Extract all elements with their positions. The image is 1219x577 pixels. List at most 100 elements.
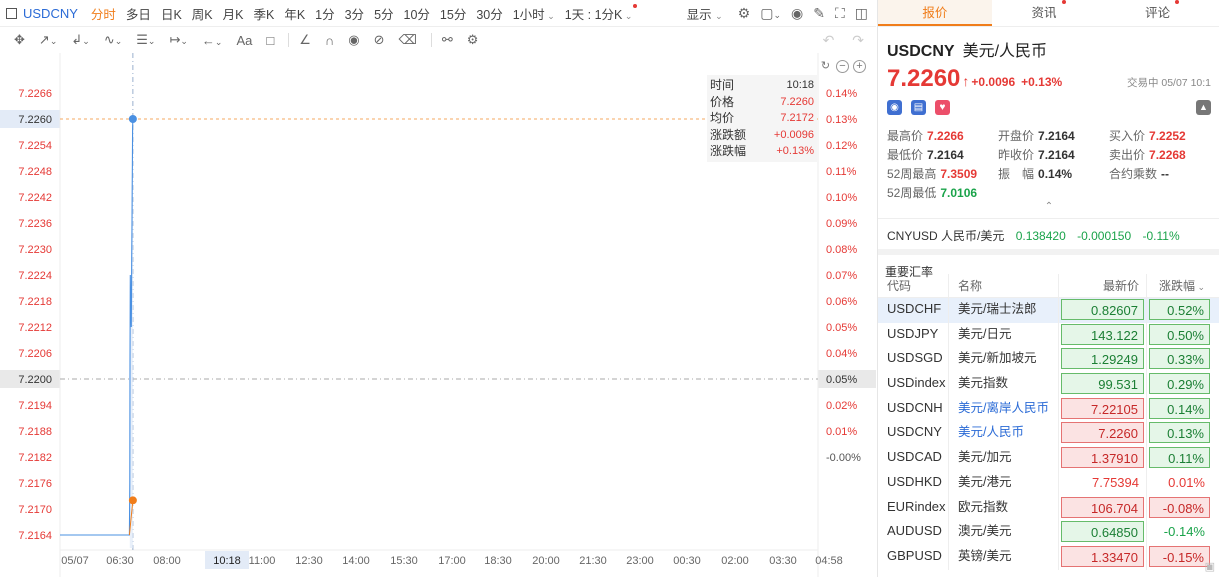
row-pct-cell: 0.01% (1146, 470, 1212, 496)
timeframe-label: 1分 (315, 7, 335, 22)
hide-icon[interactable]: ⊘ (374, 32, 385, 48)
wave-tool-icon[interactable]: ∿⌄ (104, 32, 122, 48)
table-row[interactable]: EURindex 欧元指数 106.704 -0.08% (878, 495, 1219, 521)
camera-icon[interactable]: ◉ (791, 5, 803, 22)
fullscreen-icon[interactable]: ⛶ (835, 5, 845, 22)
timeframe-1[interactable]: 多日 (126, 4, 151, 23)
pen-icon[interactable]: ✎ (813, 5, 825, 22)
table-row[interactable]: USDHKD 美元/港元 7.75394 0.01% (878, 470, 1219, 496)
display-menu[interactable]: 显示 ⌄ (687, 4, 723, 23)
undo-icon[interactable]: ↶ (823, 32, 835, 48)
redo-icon[interactable]: ↷ (852, 32, 864, 48)
reset-icon[interactable]: ↻ (819, 61, 832, 74)
table-row[interactable]: USDSGD 美元/新加坡元 1.29249 0.33% (878, 347, 1219, 373)
table-row[interactable]: USDCAD 美元/加元 1.37910 0.11% (878, 446, 1219, 471)
table-row[interactable]: USDJPY 美元/日元 143.122 0.50% (878, 322, 1219, 348)
zoom-out-icon[interactable]: − (836, 60, 849, 73)
tab-1[interactable]: 资讯 (992, 0, 1106, 26)
row-price: 106.704 (1061, 496, 1144, 518)
gear-icon[interactable]: ⚙ (467, 32, 479, 48)
x-tick-label: 00:30 (673, 555, 701, 567)
quote-actions: ◉ ▤ ♥ ▲ (887, 97, 1211, 117)
timeframe-list: 分时 多日 日K 周K 月K 季K 年K 1分 3分 5分 10分 15分 30分 1小时 ⌄ 1天 : 1… (86, 3, 643, 23)
timeframe-label: 10分 (403, 7, 430, 22)
quote-panel: 报价 资讯 评论 USDCNY 美元/人民币 7.2260 ↑ +0.0096 +0.… (877, 0, 1219, 577)
timeframe-12[interactable]: 30分 (476, 4, 502, 23)
stat-label: 买入价 (1109, 129, 1146, 143)
header-code[interactable]: 代码 (878, 274, 948, 297)
split-panel-icon[interactable]: ◫ (855, 5, 868, 22)
header-pct[interactable]: 涨跌幅 ⌄ (1146, 274, 1212, 297)
timeframe-label: 3分 (344, 7, 365, 22)
measure-tool-icon[interactable]: ↦⌄ (169, 32, 187, 48)
sort-chevron-icon: ⌄ (1194, 282, 1205, 292)
note-icon[interactable]: ▤ (911, 99, 926, 115)
row-name: 美元/离岸人民币 (948, 396, 1058, 422)
row-pct-cell: -0.08% (1146, 495, 1212, 521)
globe-icon[interactable]: ◉ (887, 99, 902, 115)
timeframe-9[interactable]: 5分 (374, 4, 393, 23)
favorite-icon[interactable]: ♥ (935, 99, 950, 115)
timeframe-6[interactable]: 年K (284, 4, 305, 23)
chevron-up-icon[interactable]: ⌃ (887, 202, 1211, 214)
table-row[interactable]: USDCHF 美元/瑞士法郎 0.82607 0.52% (878, 298, 1219, 323)
chevron-down-icon: ⌄ (715, 11, 723, 21)
layout-icon[interactable]: ▢⌄ (760, 5, 781, 22)
arrow-tool-icon[interactable]: ←⌄ (202, 33, 223, 48)
timeframe-5[interactable]: 季K (253, 4, 274, 23)
magnet-icon[interactable]: ∩ (325, 33, 334, 48)
timeframe-0[interactable]: 分时 (91, 4, 116, 23)
trendline-icon[interactable]: ↗⌄ (39, 32, 57, 48)
zoom-in-icon[interactable]: + (853, 60, 866, 73)
settings-icon[interactable]: ⚙ (738, 5, 751, 22)
tab-2[interactable]: 评论 (1105, 0, 1219, 26)
comment-icon[interactable]: □ (266, 33, 274, 48)
stat-value: 0.14% (1038, 167, 1073, 181)
notification-dot (633, 3, 638, 8)
angle-tool-icon[interactable]: ∠ (299, 32, 311, 48)
timeframe-14[interactable]: 1天 : 1分K ⌄ (565, 3, 638, 23)
panel-toggle-icon[interactable] (6, 7, 17, 19)
timeframe-2[interactable]: 日K (161, 4, 182, 23)
timeframe-11[interactable]: 15分 (440, 4, 466, 23)
timeframe-label: 周K (191, 7, 213, 22)
link-icon[interactable]: ⚯ (442, 32, 453, 48)
timeframe-8[interactable]: 3分 (345, 4, 364, 23)
header-name[interactable]: 名称 (948, 274, 1058, 297)
timeframe-4[interactable]: 月K (223, 4, 244, 23)
table-row[interactable]: USDCNY 美元/人民币 7.2260 0.13% (878, 421, 1219, 447)
header-price[interactable]: 最新价 (1058, 274, 1146, 297)
timeframe-10[interactable]: 10分 (404, 4, 430, 23)
table-row[interactable]: USDindex 美元指数 99.531 0.29% (878, 372, 1219, 397)
table-row[interactable]: GBPUSD 英镑/美元 1.33470 -0.15% (878, 544, 1219, 570)
chart-controls: ↻ − + (815, 57, 866, 74)
quote-title: USDCNY 美元/人民币 (887, 37, 1211, 61)
ray-tool-icon[interactable]: ↲⌄ (71, 32, 89, 48)
series-line-0 (60, 118, 134, 536)
lock-icon[interactable]: ◉ (348, 32, 359, 48)
y-pct-tick-label: 0.14% (826, 88, 857, 100)
y-tick-label: 7.2236 (18, 218, 52, 230)
fib-tool-icon[interactable]: ☰⌄ (136, 32, 155, 48)
last-price: 7.2260 (887, 65, 961, 92)
timeframe-13[interactable]: 1小时 ⌄ (513, 4, 555, 23)
timeframe-7[interactable]: 1分 (315, 4, 334, 23)
timeframe-3[interactable]: 周K (192, 4, 213, 23)
timeframe-label: 30分 (476, 7, 503, 22)
stat-label: 合约乘数 (1109, 167, 1158, 181)
table-row[interactable]: USDCNH 美元/离岸人民币 7.22105 0.14% (878, 396, 1219, 422)
trash-icon[interactable]: ⌫ (398, 32, 416, 48)
y-pct-tick-label: 0.05% (826, 322, 857, 334)
bell-icon[interactable]: ▲ (1196, 99, 1211, 115)
crosshair-move-icon[interactable]: ✥ (14, 32, 25, 48)
series-point-0 (128, 115, 137, 123)
price-change-pct: +0.13% (1021, 75, 1063, 89)
tab-0[interactable]: 报价 (878, 0, 992, 26)
y-tick-label: 7.2266 (18, 88, 52, 100)
cross-rate[interactable]: CNYUSD 人民币/美元 0.138420 -0.000150 -0.11% (878, 218, 1219, 249)
text-tool-icon[interactable]: Aa (236, 33, 252, 48)
symbol-selector[interactable]: USDCNY (6, 6, 78, 21)
cross-rate-price: 0.138420 (1015, 229, 1066, 243)
tooltip-pct-label: 涨跌幅 (710, 144, 747, 158)
table-row[interactable]: AUDUSD 澳元/美元 0.64850 -0.14% (878, 520, 1219, 545)
